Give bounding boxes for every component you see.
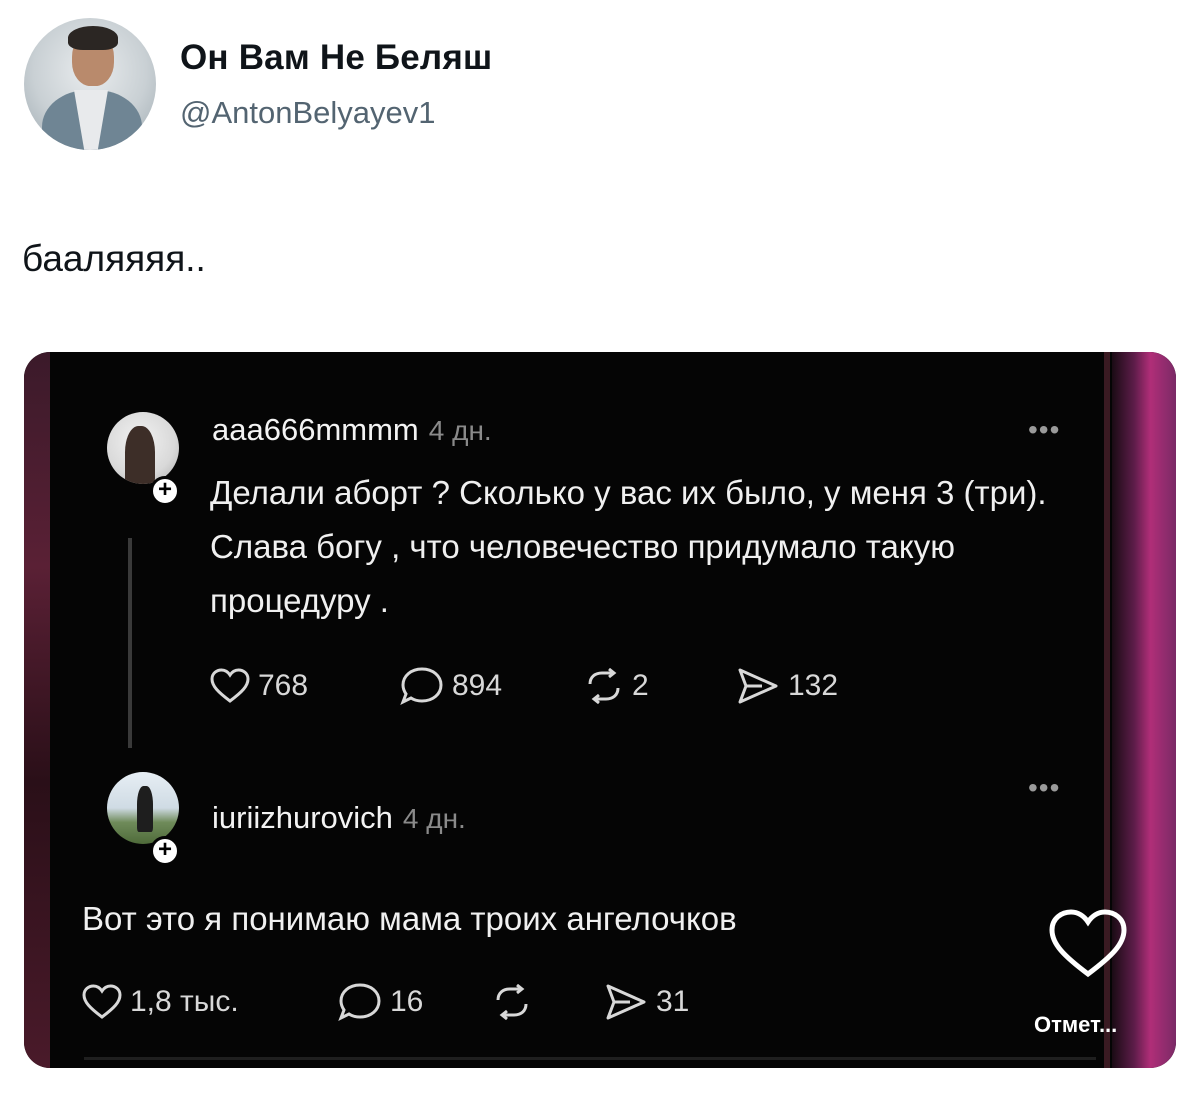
thread-line — [128, 538, 132, 748]
tweet-text: бааляяяя.. — [22, 238, 206, 279]
side-label[interactable]: Отмет... — [1034, 1012, 1117, 1038]
share-button[interactable]: 132 — [736, 666, 838, 706]
comment-header: iuriizhurovich 4 дн. — [212, 800, 466, 836]
repost-button[interactable] — [492, 984, 604, 1020]
repost-icon — [496, 984, 528, 1020]
more-options-icon[interactable]: ••• — [1028, 414, 1060, 446]
follow-button[interactable]: + — [150, 836, 180, 866]
reply-button[interactable]: 894 — [400, 666, 584, 706]
more-options-icon[interactable]: ••• — [1028, 772, 1060, 804]
reply-count: 894 — [452, 669, 503, 702]
comment-avatar[interactable] — [107, 412, 179, 484]
like-button[interactable]: 1,8 тыс. — [82, 984, 338, 1020]
share-send-icon — [738, 668, 778, 704]
comment-bubble-icon — [400, 667, 443, 706]
author-handle[interactable]: @AntonBelyayev1 — [180, 95, 436, 131]
repost-count: 2 — [632, 669, 649, 702]
author-name[interactable]: Он Вам Не Беляш — [180, 38, 492, 78]
repost-icon — [588, 668, 620, 704]
heart-icon[interactable] — [1048, 908, 1128, 980]
comment-username[interactable]: aaa666mmmm — [212, 412, 419, 447]
share-count: 132 — [788, 669, 839, 702]
comment-bubble-icon — [338, 983, 381, 1022]
share-count: 31 — [656, 985, 690, 1018]
like-button[interactable]: 768 — [210, 668, 400, 704]
avatar-figure — [125, 426, 155, 484]
author-avatar[interactable] — [24, 18, 156, 150]
heart-icon — [82, 984, 122, 1019]
comment-actions: 768 894 2 132 — [210, 666, 838, 706]
comment-time: 4 дн. — [402, 803, 466, 834]
like-count: 768 — [258, 669, 309, 702]
comment-header: aaa666mmmm 4 дн. — [212, 412, 492, 448]
avatar-hair — [68, 26, 118, 50]
background-edge-left — [24, 352, 50, 1068]
heart-icon — [210, 668, 250, 703]
comment-text: Вот это я понимаю мама троих ангелочков — [82, 900, 737, 937]
comment-actions: 1,8 тыс. 16 31 — [82, 982, 689, 1022]
comment-time: 4 дн. — [428, 415, 492, 446]
share-send-icon — [606, 984, 646, 1020]
comment-text: Делали аборт ? Сколько у вас их было, у … — [210, 474, 1047, 619]
follow-button[interactable]: + — [150, 476, 180, 506]
avatar-figure — [137, 786, 153, 832]
comment-avatar[interactable] — [107, 772, 179, 844]
attached-screenshot[interactable]: + aaa666mmmm 4 дн. ••• Делали аборт ? Ско… — [24, 352, 1176, 1068]
reply-count: 16 — [390, 985, 424, 1018]
repost-button[interactable]: 2 — [584, 668, 736, 704]
bottom-divider — [84, 1057, 1096, 1060]
share-button[interactable]: 31 — [604, 982, 689, 1022]
comment-username[interactable]: iuriizhurovich — [212, 800, 393, 835]
reply-button[interactable]: 16 — [338, 982, 492, 1022]
like-count: 1,8 тыс. — [130, 985, 239, 1018]
